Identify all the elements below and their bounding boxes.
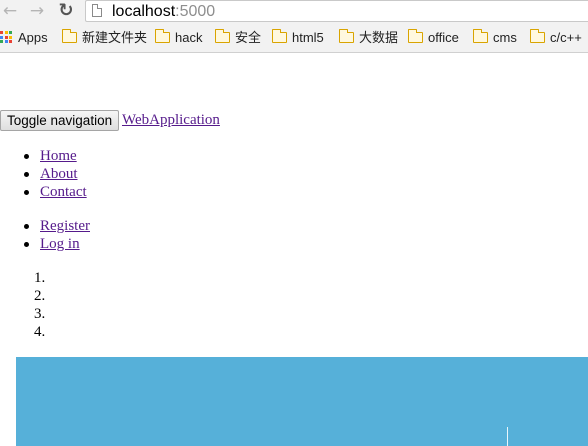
bookmark-folder[interactable]: html5 [271,29,324,47]
apps-grid-icon [0,31,12,43]
bookmark-label: 大数据 [359,30,399,45]
back-arrow-icon[interactable]: ← [0,1,20,21]
folder-icon [407,29,423,43]
reload-icon[interactable]: ↻ [56,1,76,21]
nav-link-contact[interactable]: Contact [40,184,87,200]
carousel-divider [507,427,508,446]
bookmark-label: 安全 [235,30,262,45]
bookmark-label: cms [493,30,517,45]
bookmark-folder[interactable]: 新建文件夹 [61,29,148,47]
brand-link[interactable]: WebApplication [122,110,220,130]
list-item: Log in [24,235,90,253]
browser-chrome: ← → ↻ localhost:5000 Apps 新建文件夹 hack 安全 … [0,0,588,53]
bookmark-apps[interactable]: Apps [0,29,48,47]
bookmark-folder[interactable]: cms [472,29,517,47]
bookmark-folder[interactable]: 安全 [214,29,262,47]
nav-link-about[interactable]: About [40,166,78,182]
account-nav-list: Register Log in [24,217,90,253]
folder-icon [529,29,545,43]
nav-link-home[interactable]: Home [40,148,77,164]
bookmark-folder[interactable]: office [407,29,459,47]
bookmarks-bar: Apps 新建文件夹 hack 安全 html5 大数据 office cms … [0,26,588,50]
folder-icon [338,29,354,43]
url-port: :5000 [175,3,216,20]
folder-icon [214,29,230,43]
carousel-indicator[interactable]: 4. [34,323,45,341]
toggle-navigation-button[interactable]: Toggle navigation [0,110,120,131]
bookmark-label: c/c++ [550,30,582,45]
bookmark-folder[interactable]: hack [154,29,203,47]
carousel-indicator[interactable]: 1. [34,269,45,287]
bookmark-label: html5 [292,30,324,45]
carousel-indicators: 1. 2. 3. 4. [34,269,45,341]
address-bar[interactable]: localhost:5000 [85,0,588,22]
bookmark-label: hack [175,30,203,45]
list-item: Home [24,147,87,165]
list-item: Register [24,217,90,235]
folder-icon [472,29,488,43]
bookmark-label: 新建文件夹 [82,30,148,45]
browser-toolbar: ← → ↻ localhost:5000 [0,0,588,23]
login-link[interactable]: Log in [40,236,80,252]
carousel-indicator[interactable]: 2. [34,287,45,305]
url-host: localhost [112,3,176,20]
bookmark-label: office [428,30,459,45]
bookmark-label: Apps [18,30,48,45]
carousel-slide [16,357,588,446]
bookmark-folder[interactable]: 大数据 [338,29,399,47]
carousel-indicator[interactable]: 3. [34,305,45,323]
url-text[interactable]: localhost:5000 [112,1,215,23]
register-link[interactable]: Register [40,218,90,234]
list-item: Contact [24,183,87,201]
forward-arrow-icon[interactable]: → [27,1,47,21]
folder-icon [271,29,287,43]
main-nav-list: Home About Contact [24,147,87,201]
page-icon [92,4,102,17]
list-item: About [24,165,87,183]
bookmark-folder[interactable]: c/c++ [529,29,582,47]
folder-icon [154,29,170,43]
folder-icon [61,29,77,43]
